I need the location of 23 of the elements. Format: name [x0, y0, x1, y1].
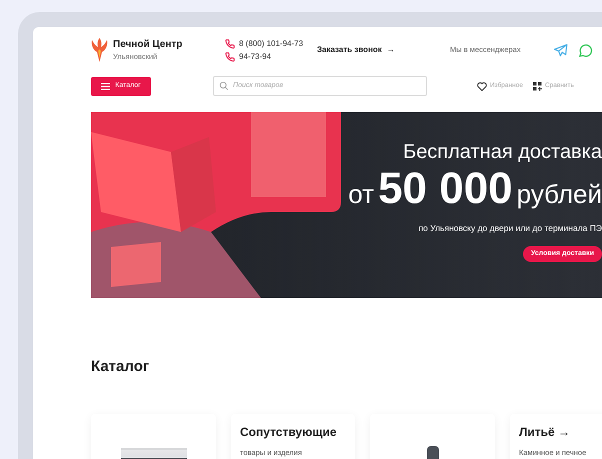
banner-amount-prefix: от: [348, 178, 374, 211]
phoenix-logo-icon: [91, 38, 108, 62]
heart-icon: [477, 82, 487, 90]
phone-icon: [225, 52, 235, 62]
banner-subtitle: по Ульяновску до двери или до терминала ПЭ: [418, 222, 602, 235]
banner-amount: 50 000: [378, 166, 513, 212]
catalog-heading: Каталог: [91, 357, 150, 377]
phone-number[interactable]: 94-73-94: [239, 50, 272, 62]
telegram-icon[interactable]: [554, 44, 568, 56]
category-title: Сопутствующие: [240, 424, 338, 440]
brand-name: Печной Центр: [113, 38, 184, 50]
phone-icon: [225, 38, 235, 48]
menu-icon: [101, 82, 110, 90]
compare-grid-icon: [532, 82, 542, 90]
category-title: Литьё →: [519, 424, 572, 440]
callback-link[interactable]: Заказать звонок: [317, 44, 382, 56]
phone-number[interactable]: 8 (800) 101-94-73: [239, 38, 304, 50]
whatsapp-icon[interactable]: [578, 42, 593, 58]
banner-amount-currency: рублей: [516, 178, 602, 211]
banner-title: Бесплатная доставка: [403, 140, 602, 164]
arrow-icon: →: [386, 44, 395, 56]
category-card[interactable]: [370, 414, 495, 459]
search-icon: [219, 81, 229, 91]
